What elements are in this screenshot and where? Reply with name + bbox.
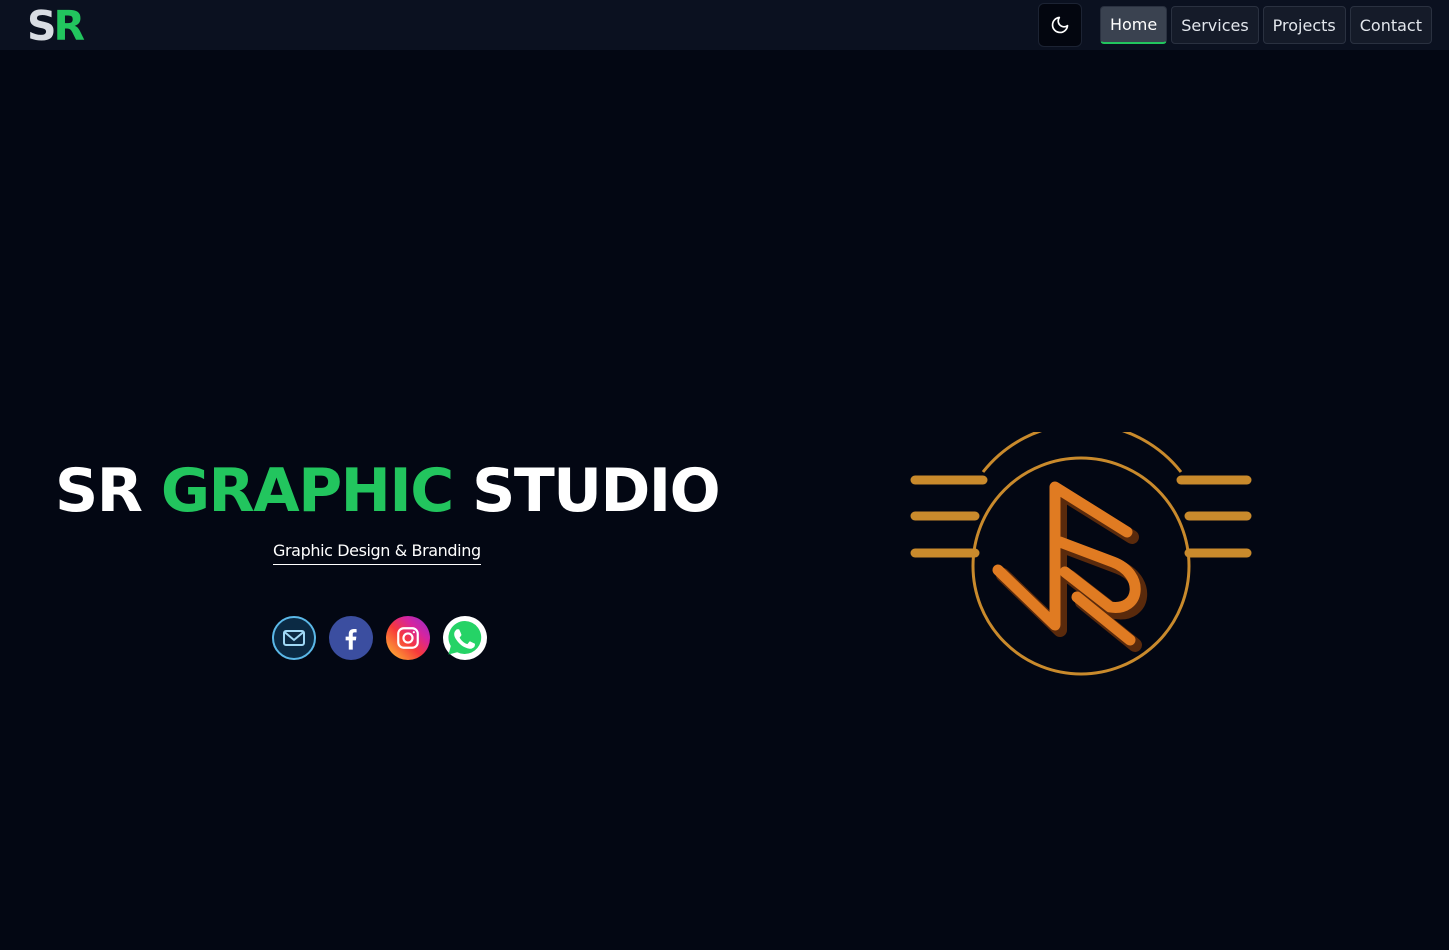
nav-link-services[interactable]: Services xyxy=(1171,6,1259,44)
nav-link-contact[interactable]: Contact xyxy=(1349,6,1432,44)
email-link[interactable] xyxy=(272,616,316,660)
moon-icon xyxy=(1051,16,1069,34)
hero-subtitle-wrap: Graphic Design & Branding xyxy=(273,541,481,565)
site-logo[interactable]: SR xyxy=(27,0,86,50)
facebook-icon xyxy=(345,629,357,650)
social-links xyxy=(272,616,487,660)
logo-letter-s: S xyxy=(27,1,56,50)
instagram-icon xyxy=(397,627,419,649)
theme-toggle-button[interactable] xyxy=(1037,3,1082,47)
hero-title-part-graphic: GRAPHIC xyxy=(160,456,454,526)
mail-icon xyxy=(283,630,305,646)
brand-emblem-logo xyxy=(910,432,1252,676)
instagram-link[interactable] xyxy=(386,616,430,660)
navbar: SR Home Services Projects Contact xyxy=(0,0,1449,50)
facebook-link[interactable] xyxy=(329,616,373,660)
whatsapp-link[interactable] xyxy=(443,616,487,660)
hero-title-part-sr: SR xyxy=(55,456,161,526)
nav-link-home[interactable]: Home xyxy=(1099,6,1168,44)
hero-title-part-studio: STUDIO xyxy=(452,456,721,526)
logo-letter-r: R xyxy=(53,1,86,50)
hero-section: SR GRAPHIC STUDIO Graphic Design & Brand… xyxy=(55,455,721,660)
hero-subtitle: Graphic Design & Branding xyxy=(273,541,481,565)
nav-link-projects[interactable]: Projects xyxy=(1262,6,1346,44)
hero-title: SR GRAPHIC STUDIO xyxy=(55,455,721,527)
nav-menu: Home Services Projects Contact xyxy=(1037,3,1432,47)
whatsapp-icon xyxy=(448,620,482,655)
